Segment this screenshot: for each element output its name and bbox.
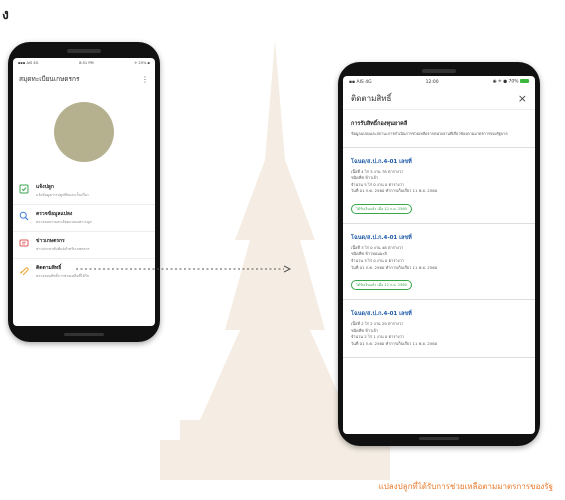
overflow-menu-icon[interactable]: ⋮ bbox=[141, 75, 149, 84]
phone-earpiece bbox=[67, 49, 101, 53]
menu-item-check-plot[interactable]: ตรวจข้อมูลแปลง ตรวจสอบรายละเอียดแปลงเพาะ… bbox=[13, 205, 155, 232]
status-time: 8:51 PM bbox=[79, 61, 94, 65]
menu-item-subtitle: แจ้งข้อมูลการปลูกพืชและเก็บเกี่ยว bbox=[36, 193, 89, 197]
menu-item-title: ตรวจข้อมูลแปลง bbox=[36, 211, 73, 217]
intro-title: การรับสิทธิ์กองทุนยาคลี bbox=[351, 121, 408, 127]
checklist-icon bbox=[19, 184, 29, 194]
status-time: 12:00 bbox=[425, 79, 439, 85]
deed-crop: ชนิดพืช ข้าวเจ้า bbox=[351, 175, 379, 181]
screen-title: ติดตามสิทธิ์ bbox=[351, 94, 392, 103]
news-icon bbox=[19, 239, 29, 247]
deed-dates: วันที่ 01 ก.ค. 2560 ทำการเก็บเกี่ยว 11 พ… bbox=[351, 188, 438, 194]
menu-item-subtitle: ข่าวประชาสัมพันธ์สำหรับเกษตรกร bbox=[36, 247, 90, 251]
close-icon[interactable]: × bbox=[518, 92, 527, 105]
deed-dates: วันที่ 01 ก.ค. 2560 ทำการเก็บเกี่ยว 11 พ… bbox=[351, 264, 438, 270]
search-icon bbox=[19, 211, 29, 221]
status-bar: ▪▪▪ AIS 4G 8:51 PM ✈ 25% ▪ bbox=[13, 58, 155, 68]
deed-card[interactable]: โฉนด/ส.ป.ก.4-01 เลขที่ เนื้อที่ 4 ไร่ 3 … bbox=[343, 148, 535, 224]
payment-status-badge: ได้รับเงินแล้ว เมื่อ 12 ก.ย. 2560 bbox=[351, 280, 412, 291]
battery-icon bbox=[520, 79, 529, 84]
rights-icon bbox=[20, 267, 29, 275]
menu-item-title: ข่าวเกษตรกร bbox=[36, 238, 65, 244]
phone-earpiece bbox=[422, 69, 456, 73]
connector-arrow bbox=[76, 265, 292, 273]
status-carrier: ▪▪ AIS 4G bbox=[349, 79, 372, 85]
figure-caption: แปลงปลูกที่ได้รับการช่วยเหลือตามมาตรการข… bbox=[378, 482, 553, 491]
profile-avatar[interactable] bbox=[54, 102, 114, 162]
deed-title-link[interactable]: โฉนด/ส.ป.ก.4-01 เลขที่ bbox=[351, 310, 527, 318]
phone-home-bar bbox=[64, 333, 104, 336]
phone-home-bar bbox=[419, 437, 459, 440]
rights-intro: การรับสิทธิ์กองทุนยาคลี ข้อมูลแปลงและสถา… bbox=[343, 110, 535, 148]
menu-item-news[interactable]: ข่าวเกษตรกร ข่าวประชาสัมพันธ์สำหรับเกษตร… bbox=[13, 232, 155, 259]
deed-card[interactable]: โฉนด/ส.ป.ก.4-01 เลขที่ เนื้อที่ 3 ไร่ 0 … bbox=[343, 224, 535, 301]
left-phone-screen: ▪▪▪ AIS 4G 8:51 PM ✈ 25% ▪ สมุดทะเบียนเก… bbox=[13, 58, 155, 326]
deed-crop: ชนิดพืช ข้าวเจ้า bbox=[351, 327, 379, 333]
right-phone: ▪▪ AIS 4G 12:00 ◉ ✈ ● 70% ติดตามสิทธิ์ ×… bbox=[338, 62, 540, 446]
app-title: สมุดทะเบียนเกษตรกร bbox=[19, 75, 80, 83]
deed-dates: วันที่ 01 ก.ค. 2560 ทำการเก็บเกี่ยว 11 พ… bbox=[351, 341, 438, 347]
status-carrier: ▪▪▪ AIS 4G bbox=[18, 61, 39, 65]
status-battery: ◉ ✈ ● 70% bbox=[492, 79, 519, 85]
app-bar: สมุดทะเบียนเกษตรกร ⋮ bbox=[13, 68, 155, 90]
status-battery-group: ◉ ✈ ● 70% bbox=[493, 79, 529, 85]
deed-area: เนื้อที่ 4 ไร่ 3 งาน 78 ตารางวา bbox=[351, 168, 404, 174]
deed-area: เนื้อที่ 2 ไร่ 2 งาน 29 ตารางวา bbox=[351, 321, 404, 327]
intro-description: ข้อมูลแปลงและสถานะการดำเนินการช่วยเหลือจ… bbox=[351, 131, 508, 136]
page-header-glyph: ง bbox=[2, 7, 9, 23]
deed-planted-area: จำนวน 3 ไร่ 0 งาน 0 ตารางวา bbox=[351, 258, 404, 264]
status-battery: ✈ 25% ▪ bbox=[134, 61, 150, 65]
right-phone-screen: ▪▪ AIS 4G 12:00 ◉ ✈ ● 70% ติดตามสิทธิ์ ×… bbox=[343, 76, 535, 434]
left-phone: ▪▪▪ AIS 4G 8:51 PM ✈ 25% ▪ สมุดทะเบียนเก… bbox=[8, 42, 160, 342]
menu-item-title: แจ้งปลูก bbox=[36, 184, 54, 190]
deed-card[interactable]: โฉนด/ส.ป.ก.4-01 เลขที่ เนื้อที่ 2 ไร่ 2 … bbox=[343, 300, 535, 358]
deed-title-link[interactable]: โฉนด/ส.ป.ก.4-01 เลขที่ bbox=[351, 158, 527, 166]
status-bar: ▪▪ AIS 4G 12:00 ◉ ✈ ● 70% bbox=[343, 76, 535, 88]
deed-crop: ชนิดพืช ข้าวหอมมะลิ bbox=[351, 251, 387, 257]
app-bar: ติดตามสิทธิ์ × bbox=[343, 88, 535, 110]
menu-item-report-planting[interactable]: แจ้งปลูก แจ้งข้อมูลการปลูกพืชและเก็บเกี่… bbox=[13, 178, 155, 205]
deed-title-link[interactable]: โฉนด/ส.ป.ก.4-01 เลขที่ bbox=[351, 234, 527, 242]
menu-item-subtitle: ตรวจสอบรายละเอียดแปลงเพาะปลูก bbox=[36, 220, 92, 224]
payment-status-badge: ได้รับเงินแล้ว เมื่อ 12 ก.ย. 2560 bbox=[351, 203, 412, 214]
deed-area: เนื้อที่ 3 ไร่ 0 งาน 48 ตารางวา bbox=[351, 244, 404, 250]
